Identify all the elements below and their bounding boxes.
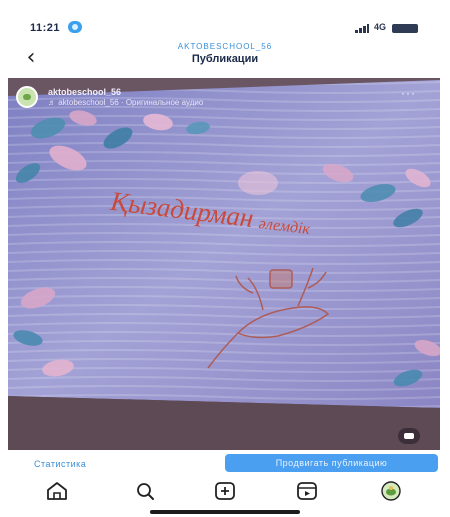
- battery-icon: [392, 24, 418, 33]
- page-title: Публикации: [191, 53, 259, 65]
- post-audio[interactable]: ♬ aktobeschool_56 · Оригинальное аудио: [48, 98, 203, 107]
- home-indicator: [150, 510, 300, 514]
- search-icon[interactable]: [132, 480, 158, 502]
- header-account-name: AKTOBESCHOOL_56: [177, 42, 273, 51]
- banner-photo: [8, 78, 440, 450]
- statistics-link[interactable]: Статистика: [34, 459, 86, 469]
- screen-recording-icon: [68, 21, 82, 33]
- signal-icon: [355, 24, 369, 33]
- post-username[interactable]: aktobeschool_56: [48, 87, 121, 97]
- volume-muted-icon[interactable]: [398, 428, 420, 444]
- post-media[interactable]: [8, 78, 440, 450]
- bottom-tab-bar: [0, 478, 450, 506]
- post-actions: Статистика Продвигать публикацию: [0, 452, 450, 474]
- page-header: ‹ AKTOBESCHOOL_56 Публикации: [0, 40, 450, 76]
- home-icon[interactable]: [44, 480, 70, 502]
- post-author[interactable]: aktobeschool_56 ♬ aktobeschool_56 · Ориг…: [16, 86, 416, 112]
- reels-icon[interactable]: [294, 480, 320, 502]
- author-avatar[interactable]: [16, 86, 38, 108]
- status-bar: 11:21 4G: [0, 0, 450, 38]
- create-icon[interactable]: [212, 480, 238, 502]
- more-horizontal-icon[interactable]: ···: [401, 86, 416, 100]
- profile-avatar[interactable]: [378, 480, 404, 502]
- promote-button[interactable]: Продвигать публикацию: [225, 454, 438, 472]
- network-type: 4G: [374, 22, 387, 32]
- banner-subtitle: әлемдік: [257, 215, 311, 239]
- status-time: 11:21: [30, 22, 61, 34]
